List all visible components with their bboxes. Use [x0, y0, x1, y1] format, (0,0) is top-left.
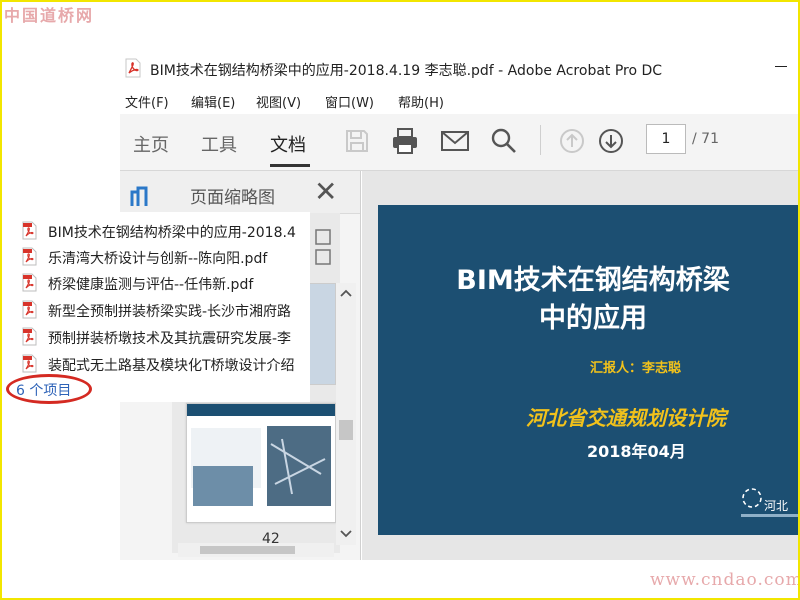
- watermark-top: 中国道桥网: [4, 6, 95, 25]
- pdf-file-icon: [22, 247, 37, 266]
- minimize-button[interactable]: [775, 66, 787, 67]
- file-item[interactable]: 新型全预制拼装桥梁实践-长沙市湘府路: [20, 298, 312, 322]
- save-icon[interactable]: [344, 128, 370, 154]
- slide-title-line2: 中的应用: [539, 303, 647, 334]
- file-name: 装配式无土路基及模块化T桥墩设计介绍: [48, 358, 295, 374]
- pdf-file-icon: [22, 273, 37, 292]
- page-total: / 71: [692, 131, 719, 147]
- pdf-file-icon: [22, 327, 37, 346]
- menu-window[interactable]: 窗口(W): [325, 92, 374, 111]
- thumbnail-page-42[interactable]: [186, 403, 336, 523]
- file-item[interactable]: 预制拼装桥墩技术及其抗震研究发展-李: [20, 325, 312, 349]
- highlight-circle: [6, 374, 92, 404]
- file-name: 桥梁健康监测与评估--任伟新.pdf: [48, 277, 254, 293]
- scroll-up-arrow-icon[interactable]: [340, 289, 352, 297]
- active-tab-indicator: [270, 164, 310, 167]
- watermark-bottom: www.cndao.com: [650, 570, 800, 590]
- print-icon[interactable]: [390, 126, 420, 156]
- thumbnail-options-icon[interactable]: [314, 228, 334, 268]
- file-item[interactable]: 乐清湾大桥设计与创新--陈向阳.pdf: [20, 245, 312, 269]
- slide-title-line1: BIM技术在钢结构桥梁: [456, 265, 730, 296]
- menu-help[interactable]: 帮助(H): [398, 92, 444, 111]
- pdf-file-icon: [125, 58, 141, 78]
- slide-institute: 河北省交通规划设计院: [526, 406, 726, 430]
- tab-home[interactable]: 主页: [133, 131, 169, 157]
- menu-file[interactable]: 文件(F): [125, 92, 169, 111]
- menu-edit[interactable]: 编辑(E): [191, 92, 235, 111]
- pane-horizontal-scrollbar-thumb[interactable]: [200, 546, 295, 554]
- page-down-icon[interactable]: [598, 128, 624, 154]
- tab-tools[interactable]: 工具: [201, 131, 237, 157]
- window-title: BIM技术在钢结构桥梁中的应用-2018.4.19 李志聪.pdf - Adob…: [150, 63, 663, 79]
- search-icon[interactable]: [490, 127, 518, 155]
- slide-date: 2018年04月: [587, 442, 686, 461]
- close-icon[interactable]: ✕: [314, 178, 337, 206]
- file-name: 新型全预制拼装桥梁实践-长沙市湘府路: [48, 304, 292, 320]
- pane-vertical-scrollbar[interactable]: [336, 283, 356, 545]
- slide-reporter: 汇报人：李志聪: [590, 361, 682, 376]
- pdf-file-icon: [22, 221, 37, 240]
- file-name: 乐清湾大桥设计与创新--陈向阳.pdf: [48, 251, 268, 267]
- page-up-icon[interactable]: [559, 128, 585, 154]
- toolbar-separator: [540, 125, 541, 155]
- file-item[interactable]: 桥梁健康监测与评估--任伟新.pdf: [20, 271, 312, 295]
- slide-title: BIM技术在钢结构桥梁 中的应用: [378, 262, 800, 338]
- pages-panel-icon[interactable]: [128, 184, 156, 208]
- pane-title: 页面缩略图: [190, 188, 275, 208]
- page-number-input[interactable]: 1: [646, 124, 686, 154]
- file-name: 预制拼装桥墩技术及其抗震研究发展-李: [48, 331, 292, 347]
- tab-document[interactable]: 文档: [270, 131, 306, 157]
- pane-vertical-scrollbar-thumb[interactable]: [339, 420, 353, 440]
- email-icon[interactable]: [440, 128, 470, 154]
- slide-page: [378, 205, 800, 535]
- file-name: BIM技术在钢结构桥梁中的应用-2018.4: [48, 225, 296, 241]
- pdf-file-icon: [22, 354, 37, 373]
- file-item[interactable]: 装配式无土路基及模块化T桥墩设计介绍: [20, 352, 312, 376]
- slide-logo-text: 河北: [764, 499, 789, 513]
- scroll-down-arrow-icon[interactable]: [340, 530, 352, 538]
- menu-view[interactable]: 视图(V): [256, 92, 301, 111]
- thumbnail-preview: [187, 404, 335, 506]
- file-item[interactable]: BIM技术在钢结构桥梁中的应用-2018.4: [20, 219, 312, 243]
- pdf-file-icon: [22, 300, 37, 319]
